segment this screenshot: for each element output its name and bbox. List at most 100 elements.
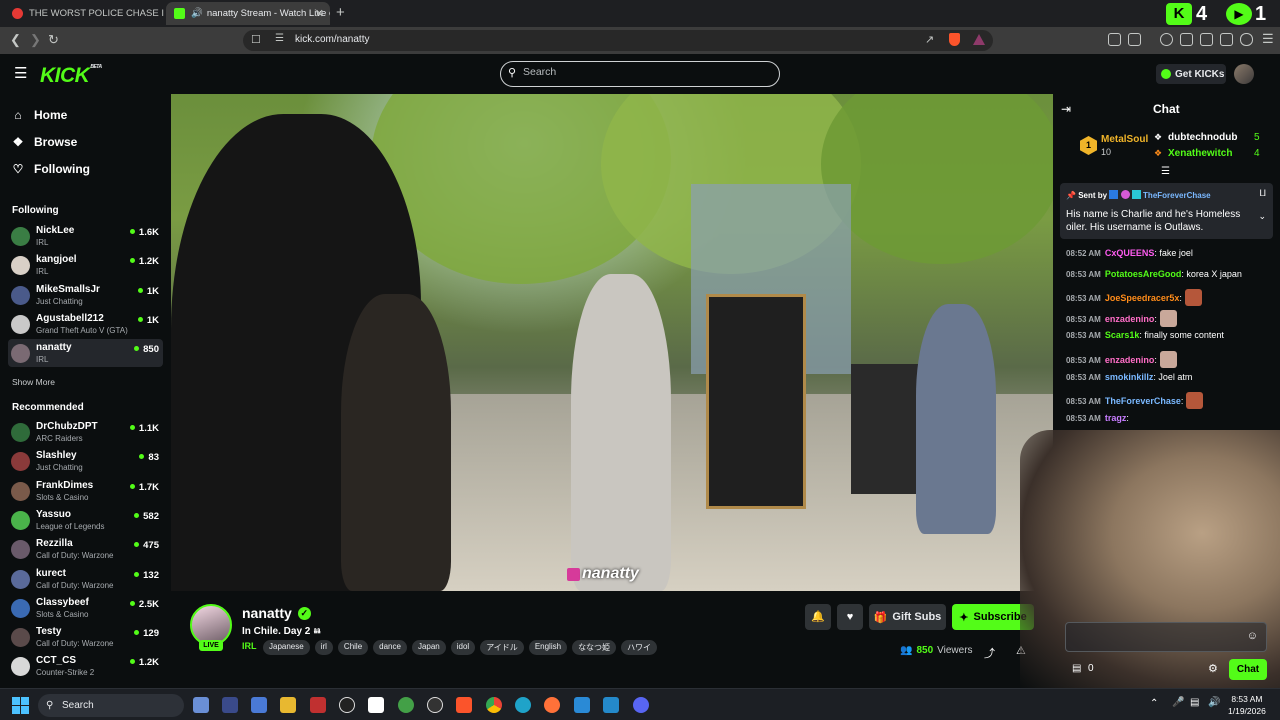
- app-icon[interactable]: [574, 697, 590, 713]
- chrome-icon[interactable]: [486, 697, 502, 713]
- close-tab-icon[interactable]: ✕: [315, 7, 324, 20]
- vscode-icon[interactable]: [603, 697, 619, 713]
- brave-icon[interactable]: [456, 697, 472, 713]
- sidebar-channel[interactable]: Slashley Just Chatting 83: [8, 447, 163, 475]
- video-player[interactable]: [171, 94, 1053, 591]
- expand-leaderboard-icon[interactable]: ☰: [1161, 166, 1170, 177]
- edge-icon[interactable]: [515, 697, 531, 713]
- sidebar-channel[interactable]: MikeSmallsJr Just Chatting 1K: [8, 281, 163, 309]
- sidebar-channel[interactable]: DrChubzDPT ARC Raiders 1.1K: [8, 418, 163, 446]
- chat-message[interactable]: 08:53 AM JoeSpeedracer5x:: [1066, 289, 1202, 307]
- show-more-link[interactable]: Show More: [12, 377, 55, 387]
- chat-message[interactable]: 08:53 AM enzadenino:: [1066, 351, 1177, 368]
- emoji-icon[interactable]: ☺: [1247, 630, 1258, 642]
- sidebar-channel[interactable]: CCT_CS Counter-Strike 2 1.2K: [8, 652, 163, 680]
- unpin-icon[interactable]: ⨿: [1260, 188, 1266, 199]
- site-info-icon[interactable]: ☰: [275, 33, 284, 44]
- chat-message[interactable]: 08:53 AM PotatoesAreGood: korea X japan: [1066, 269, 1242, 279]
- wallet-icon[interactable]: [1200, 33, 1213, 46]
- app-icon[interactable]: [251, 697, 267, 713]
- brave-rewards-icon[interactable]: [973, 34, 985, 45]
- menu-icon[interactable]: ☰: [1262, 31, 1274, 47]
- chat-username[interactable]: enzadenino: [1105, 355, 1155, 365]
- obs-icon[interactable]: [427, 697, 443, 713]
- chevron-down-icon[interactable]: ⌄: [1258, 211, 1266, 222]
- network-icon[interactable]: ▤: [1190, 697, 1199, 708]
- gift-subs-button[interactable]: 🎁 Gift Subs: [869, 604, 946, 630]
- chat-message[interactable]: 08:52 AM CxQUEENS: fake joel: [1066, 248, 1193, 258]
- stream-tag[interactable]: ななつ姫: [572, 640, 617, 655]
- stream-tag[interactable]: idol: [450, 640, 476, 655]
- bookmark-icon[interactable]: ☐: [251, 33, 261, 46]
- stream-tag[interactable]: irl: [314, 640, 333, 655]
- pinned-message[interactable]: 📌 Sent by TheForeverChase ⨿ ⌄ His name i…: [1060, 183, 1273, 239]
- app-icon[interactable]: [193, 697, 209, 713]
- share-icon[interactable]: ↗: [925, 33, 934, 46]
- stream-tag[interactable]: Japanese: [263, 640, 310, 655]
- chat-message[interactable]: 08:53 AM enzadenino:: [1066, 309, 1177, 327]
- nav-home[interactable]: ⌂ Home: [12, 108, 67, 122]
- nav-following[interactable]: ♡ Following: [12, 162, 90, 176]
- reload-icon[interactable]: ↻: [48, 32, 59, 48]
- chat-username[interactable]: enzadenino: [1105, 314, 1155, 324]
- capcut-icon[interactable]: [368, 697, 384, 713]
- extension-icon[interactable]: [1128, 33, 1141, 46]
- app-icon[interactable]: [339, 697, 355, 713]
- chat-username[interactable]: TheForeverChase: [1105, 396, 1181, 406]
- follow-heart-button[interactable]: ♥: [837, 604, 863, 630]
- back-icon[interactable]: ❮: [10, 32, 21, 48]
- stream-category[interactable]: IRL: [242, 641, 257, 651]
- chat-username[interactable]: PotatoesAreGood: [1105, 269, 1182, 279]
- volume-icon[interactable]: 🔊: [1208, 697, 1220, 708]
- chat-username[interactable]: CxQUEENS: [1105, 248, 1155, 258]
- sidebar-channel[interactable]: kangjoel IRL 1.2K: [8, 251, 163, 279]
- sidebar-channel[interactable]: Agustabell212 Grand Theft Auto V (GTA) 1K: [8, 310, 163, 338]
- stream-tag[interactable]: English: [528, 640, 568, 655]
- microphone-icon[interactable]: 🎤: [1172, 697, 1184, 708]
- stream-tag[interactable]: ハワイ: [621, 640, 658, 655]
- app-icon[interactable]: [222, 697, 238, 713]
- leaderboard-top-user[interactable]: MetalSoul: [1101, 134, 1148, 145]
- hamburger-menu-icon[interactable]: ☰: [14, 64, 27, 82]
- app-icon[interactable]: [310, 697, 326, 713]
- chat-username[interactable]: smokinkillz: [1105, 372, 1154, 382]
- taskbar-clock[interactable]: 8:53 AM 1/19/2026: [1228, 693, 1266, 717]
- music-icon[interactable]: [1160, 33, 1173, 46]
- tray-chevron-icon[interactable]: ⌃: [1150, 698, 1158, 709]
- points-icon[interactable]: ▤: [1072, 663, 1081, 674]
- sidebar-channel[interactable]: FrankDimes Slots & Casino 1.7K: [8, 477, 163, 505]
- chat-message[interactable]: 08:53 AM smokinkillz: Joel atm: [1066, 372, 1192, 382]
- extension-icon[interactable]: [1108, 33, 1121, 46]
- sidebar-channel[interactable]: Rezzilla Call of Duty: Warzone 475: [8, 535, 163, 563]
- chat-message[interactable]: 08:53 AM TheForeverChase:: [1066, 392, 1204, 410]
- stream-tag[interactable]: dance: [373, 640, 407, 655]
- browser-tab[interactable]: THE WORST POLICE CHASE I'VE EVE: [4, 2, 164, 25]
- chat-input[interactable]: ☺: [1065, 622, 1267, 652]
- stream-tag[interactable]: Japan: [411, 640, 446, 655]
- new-tab-button[interactable]: +: [336, 4, 345, 21]
- extension-icon[interactable]: [1220, 33, 1233, 46]
- sidebar-channel[interactable]: Yassuo League of Legends 582: [8, 506, 163, 534]
- vpn-icon[interactable]: [1240, 33, 1253, 46]
- chat-settings-icon[interactable]: ⚙: [1208, 662, 1218, 675]
- chat-message[interactable]: 08:53 AM Scars1k: finally some content: [1066, 330, 1224, 340]
- send-chat-button[interactable]: Chat: [1229, 659, 1267, 680]
- streamer-name[interactable]: nanatty ✓: [242, 605, 311, 621]
- file-explorer-icon[interactable]: [280, 697, 296, 713]
- search-input[interactable]: [523, 66, 763, 78]
- collapse-chat-icon[interactable]: ⇥: [1061, 102, 1071, 116]
- chat-username[interactable]: tragz: [1105, 413, 1127, 423]
- address-bar[interactable]: ☐ ☰ kick.com/nanatty ↗: [243, 30, 993, 51]
- sidebar-channel[interactable]: kurect Call of Duty: Warzone 132: [8, 565, 163, 593]
- chat-username[interactable]: Scars1k: [1105, 330, 1140, 340]
- discord-icon[interactable]: [633, 697, 649, 713]
- sidebar-channel[interactable]: Testy Call of Duty: Warzone 129: [8, 623, 163, 651]
- nav-browse[interactable]: ❖ Browse: [12, 135, 78, 149]
- taskbar-search[interactable]: ⚲ Search: [38, 694, 184, 717]
- user-avatar[interactable]: [1234, 64, 1254, 84]
- sidebar-channel[interactable]: nanatty IRL 850: [8, 339, 163, 368]
- windows-start-icon[interactable]: [12, 697, 29, 714]
- leaderboard-user[interactable]: Xenathewitch: [1168, 148, 1232, 159]
- browser-tab-active[interactable]: 🔊 nanatty Stream - Watch Live o ✕: [166, 2, 330, 25]
- leaderboard-user[interactable]: dubtechnodub: [1168, 132, 1237, 143]
